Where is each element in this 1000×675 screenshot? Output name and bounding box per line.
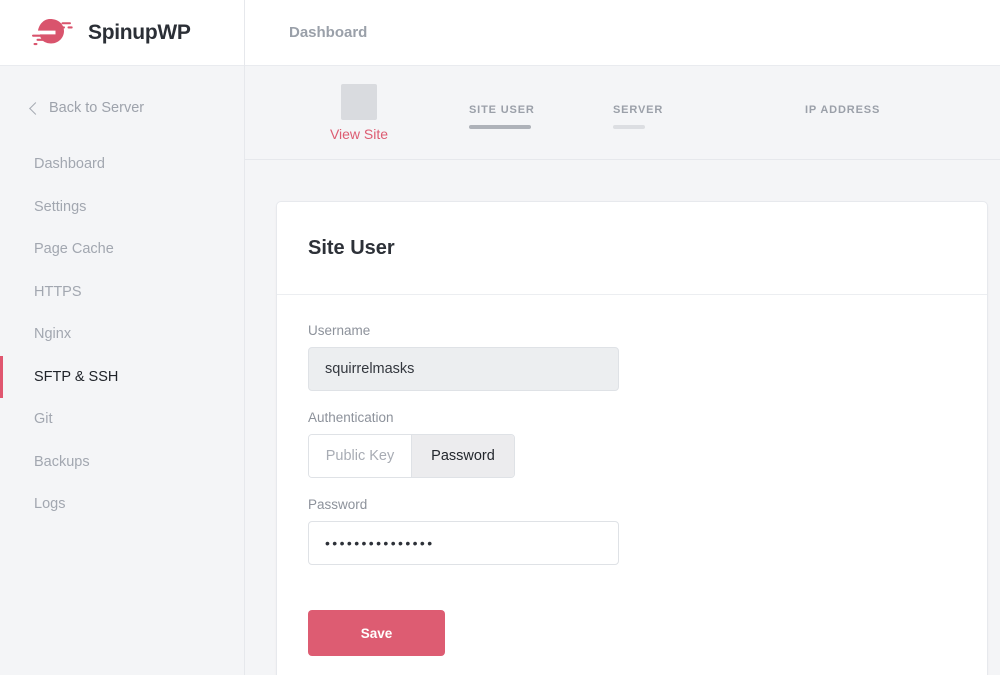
brand-name: SpinupWP xyxy=(88,20,191,44)
back-to-server-link[interactable]: Back to Server xyxy=(0,66,244,116)
sidebar-item-label: HTTPS xyxy=(34,283,82,300)
stat-value-placeholder xyxy=(469,125,531,129)
breadcrumb[interactable]: Dashboard xyxy=(289,24,367,41)
username-input[interactable] xyxy=(308,347,619,391)
sidebar-item-label: Dashboard xyxy=(34,156,105,173)
password-label: Password xyxy=(308,497,368,512)
site-summary: View Site xyxy=(303,83,415,142)
page-title: Site User xyxy=(308,236,395,259)
topbar: Dashboard xyxy=(245,0,1000,66)
card-body: Username Authentication Public Key Passw… xyxy=(277,295,987,675)
sidebar-item-https[interactable]: HTTPS xyxy=(0,271,244,314)
password-input[interactable] xyxy=(308,521,619,565)
password-field-group: Password xyxy=(308,497,956,565)
sidebar-item-backups[interactable]: Backups xyxy=(0,441,244,484)
main-area: Dashboard View Site SITE USER SERVER IP … xyxy=(245,0,1000,675)
sidebar-item-label: Page Cache xyxy=(34,241,114,258)
save-button[interactable]: Save xyxy=(308,610,445,656)
site-favicon-placeholder-icon xyxy=(341,83,377,120)
back-to-server-label: Back to Server xyxy=(49,100,145,116)
sidebar-item-page-cache[interactable]: Page Cache xyxy=(0,228,244,271)
sidebar-item-logs[interactable]: Logs xyxy=(0,483,244,526)
sidebar-item-label: Git xyxy=(34,411,53,428)
content-area: Site User Username Authentication Public… xyxy=(245,160,1000,675)
sidebar-item-label: Backups xyxy=(34,453,90,470)
site-user-card: Site User Username Authentication Public… xyxy=(276,201,988,675)
sidebar: SpinupWP Back to Server Dashboard Settin… xyxy=(0,0,245,675)
sidebar-item-label: SFTP & SSH xyxy=(34,368,119,385)
username-field-group: Username xyxy=(308,323,956,391)
authentication-toggle: Public Key Password xyxy=(308,434,515,478)
site-stats: SITE USER SERVER IP ADDRESS xyxy=(469,96,956,129)
username-label: Username xyxy=(308,323,371,338)
chevron-left-icon xyxy=(29,101,42,115)
sidebar-item-label: Nginx xyxy=(34,326,72,343)
site-subheader: View Site SITE USER SERVER IP ADDRESS xyxy=(245,66,1000,160)
auth-option-label: Public Key xyxy=(325,448,395,464)
stat-label: SERVER xyxy=(613,104,664,116)
sidebar-item-sftp-ssh[interactable]: SFTP & SSH xyxy=(0,355,244,398)
view-site-link[interactable]: View Site xyxy=(330,126,388,142)
stat-label: IP ADDRESS xyxy=(805,104,881,116)
stat-server: SERVER xyxy=(613,104,805,129)
sidebar-item-git[interactable]: Git xyxy=(0,398,244,441)
stat-ip-address: IP ADDRESS xyxy=(805,104,880,116)
authentication-field-group: Authentication Public Key Password xyxy=(308,410,956,478)
auth-option-label: Password xyxy=(431,448,495,464)
spinup-swoosh-logo-icon xyxy=(30,16,78,50)
app-root: SpinupWP Back to Server Dashboard Settin… xyxy=(0,0,1000,675)
stat-value-placeholder xyxy=(613,125,645,129)
authentication-label: Authentication xyxy=(308,410,394,425)
sidebar-item-label: Logs xyxy=(34,496,66,513)
sidebar-item-nginx[interactable]: Nginx xyxy=(0,313,244,356)
auth-option-password[interactable]: Password xyxy=(411,435,514,477)
sidebar-item-settings[interactable]: Settings xyxy=(0,186,244,229)
stat-site-user: SITE USER xyxy=(469,104,613,129)
sidebar-nav: Dashboard Settings Page Cache HTTPS Ngin… xyxy=(0,143,244,526)
sidebar-item-dashboard[interactable]: Dashboard xyxy=(0,143,244,186)
brand-header[interactable]: SpinupWP xyxy=(0,0,244,66)
card-header: Site User xyxy=(277,202,987,295)
auth-option-public-key[interactable]: Public Key xyxy=(309,435,411,477)
sidebar-item-label: Settings xyxy=(34,198,87,215)
stat-label: SITE USER xyxy=(469,104,535,116)
